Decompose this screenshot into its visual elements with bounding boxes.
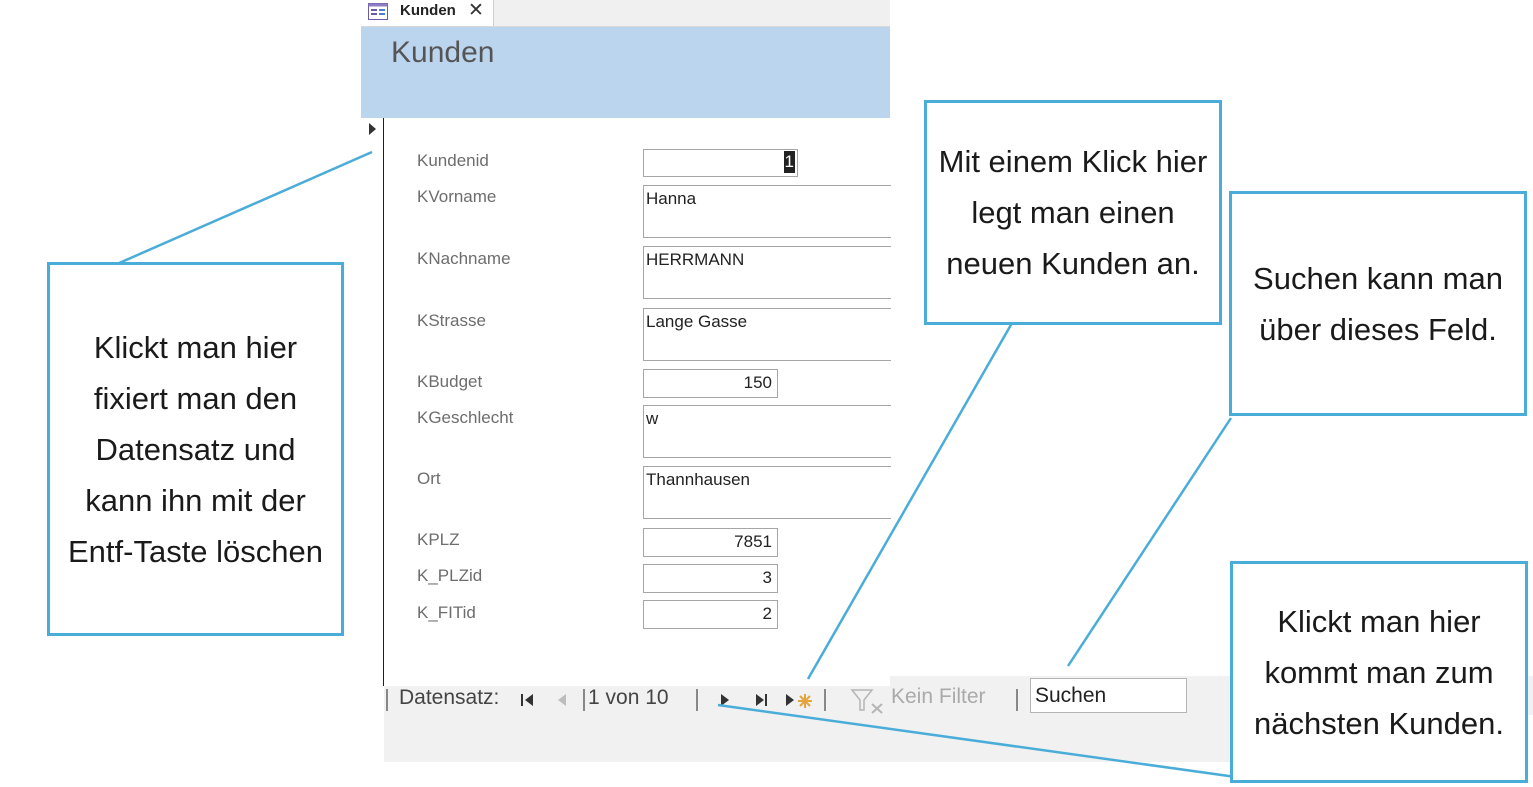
close-icon[interactable]: ✕ xyxy=(468,0,484,22)
field-label-ort: Ort xyxy=(417,469,441,488)
field-kundenid[interactable]: 1 xyxy=(643,149,798,177)
field-kgeschlecht[interactable]: w xyxy=(643,405,891,458)
form-icon xyxy=(368,3,388,20)
field-label-k-plzid: K_PLZid xyxy=(417,566,483,585)
first-record-icon[interactable] xyxy=(517,690,539,710)
filter-status[interactable]: Kein Filter xyxy=(891,685,986,709)
field-knachname[interactable]: HERRMANN xyxy=(643,246,891,299)
field-label-kgeschlecht: KGeschlecht xyxy=(417,408,514,427)
form-title: Kunden xyxy=(391,36,495,69)
field-ort[interactable]: Thannhausen xyxy=(643,466,891,519)
tab-label: Kunden xyxy=(400,2,456,19)
field-label-k-fitid: K_FITid xyxy=(417,603,476,622)
last-record-icon[interactable] xyxy=(750,690,772,710)
record-selector[interactable] xyxy=(361,118,384,686)
record-selector-arrow-icon[interactable] xyxy=(369,123,376,135)
field-kbudget[interactable]: 150 xyxy=(643,369,778,398)
field-kplz[interactable]: 7851 xyxy=(643,528,778,557)
new-record-icon[interactable] xyxy=(782,688,818,712)
form-header: Kunden xyxy=(361,27,890,118)
field-kstrasse[interactable]: Lange Gasse xyxy=(643,308,891,361)
search-input[interactable] xyxy=(1030,678,1187,713)
field-kvorname[interactable]: Hanna xyxy=(643,185,891,238)
nav-separator xyxy=(1016,689,1018,711)
tab-kunden[interactable]: Kunden ✕ xyxy=(361,0,494,26)
callout-new-record: Mit einem Klick hier legt man einen neue… xyxy=(924,100,1222,325)
previous-record-icon[interactable] xyxy=(552,690,572,710)
field-k-plzid[interactable]: 3 xyxy=(643,564,778,593)
field-label-kplz: KPLZ xyxy=(417,530,460,549)
field-label-kundenid: Kundenid xyxy=(417,151,489,170)
callout-record-selector: Klickt man hier fixiert man den Datensat… xyxy=(47,262,344,636)
field-label-kstrasse: KStrasse xyxy=(417,311,486,330)
nav-separator xyxy=(386,689,388,711)
kundenid-value: 1 xyxy=(783,151,795,173)
nav-separator xyxy=(583,689,585,711)
field-k-fitid[interactable]: 2 xyxy=(643,600,778,629)
nav-separator xyxy=(824,689,826,711)
callout-next-record: Klickt man hier kommt man zum nächsten K… xyxy=(1230,561,1528,783)
field-label-kbudget: KBudget xyxy=(417,372,483,391)
callout-search: Suchen kann man über dieses Feld. xyxy=(1229,191,1527,416)
nav-separator xyxy=(696,689,698,711)
next-record-icon[interactable] xyxy=(715,690,735,710)
field-label-knachname: KNachname xyxy=(417,249,511,268)
document-tab-bar: Kunden ✕ xyxy=(361,0,890,27)
status-strip xyxy=(384,715,1233,762)
record-label: Datensatz: xyxy=(399,686,500,709)
field-label-kvorname: KVorname xyxy=(417,187,497,206)
filter-icon xyxy=(850,689,883,714)
record-counter[interactable]: 1 von 10 xyxy=(588,686,669,710)
